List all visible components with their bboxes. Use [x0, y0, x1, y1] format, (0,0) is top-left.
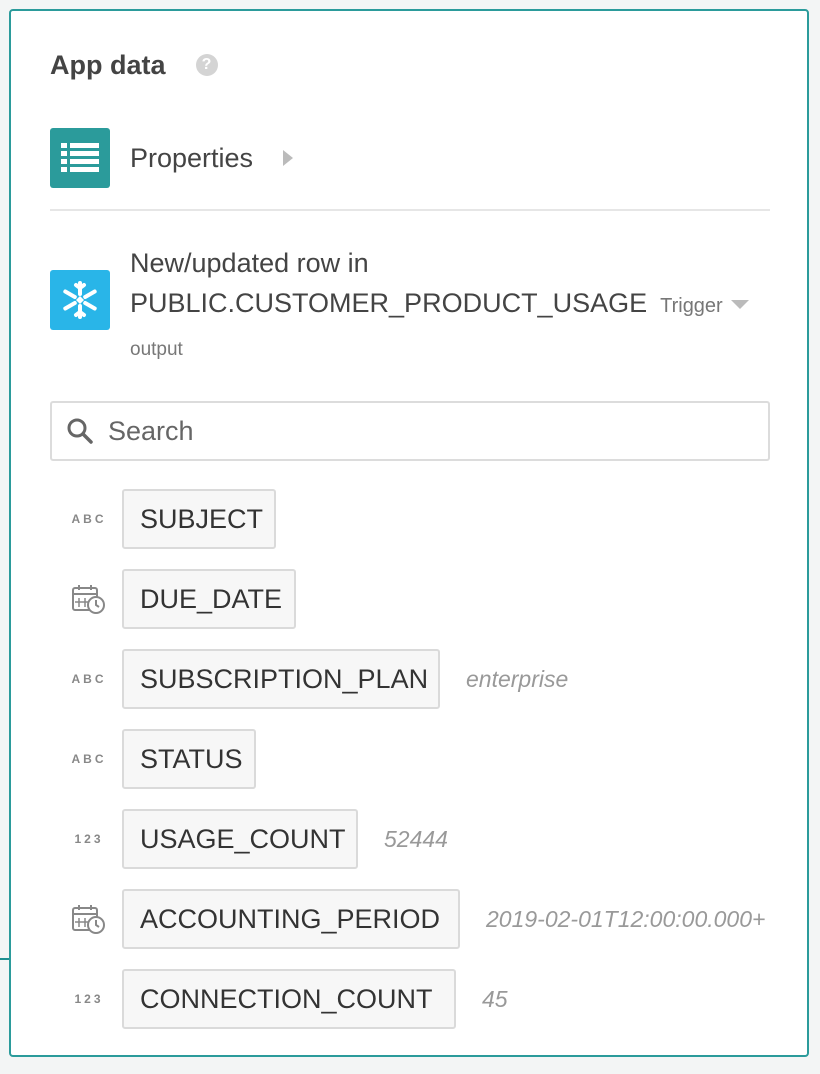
- panel-title: App data: [50, 49, 166, 80]
- field-row: DUE_DATE: [11, 569, 807, 629]
- field-row: ACCOUNTING_PERIOD 2019-02-01T12:00:00.000…: [11, 889, 807, 949]
- field-type-label: ABC: [71, 672, 107, 686]
- field-pill[interactable]: ACCOUNTING_PERIOD: [122, 889, 460, 949]
- field-pill[interactable]: SUBJECT: [122, 489, 276, 549]
- app-data-panel: App data ? Properties New/updated row in…: [9, 9, 809, 1057]
- field-sample-value: enterprise: [466, 665, 569, 692]
- field-type-label: ABC: [71, 752, 107, 766]
- field-list: ABC SUBJECT DUE_DATE ABC SUBSCRIPTION_PLAN en…: [11, 489, 807, 1029]
- field-row: ABC SUBSCRIPTION_PLAN enterprise: [11, 649, 807, 709]
- field-sample-value: 2019-02-01T12:00:00.000+: [486, 905, 766, 932]
- field-row: 123 CONNECTION_COUNT 45: [11, 969, 807, 1029]
- text-type-icon: ABC: [69, 512, 109, 526]
- calendar-clock-icon: [69, 583, 109, 615]
- list-icon: [50, 128, 110, 188]
- trigger-title-line2: PUBLIC.CUSTOMER_PRODUCT_USAGE: [130, 288, 648, 318]
- number-type-icon: 123: [69, 992, 109, 1006]
- calendar-clock-icon: [69, 903, 109, 935]
- field-type-label: ABC: [71, 512, 107, 526]
- properties-label: Properties: [130, 142, 254, 173]
- trigger-subtitle: output: [130, 339, 183, 360]
- trigger-title-line1: New/updated row in: [130, 248, 369, 278]
- field-pill[interactable]: SUBSCRIPTION_PLAN: [122, 649, 440, 709]
- field-pill[interactable]: CONNECTION_COUNT: [122, 969, 456, 1029]
- trigger-title: New/updated row in PUBLIC.CUSTOMER_PRODU…: [130, 243, 780, 326]
- chevron-down-icon: [730, 299, 749, 309]
- field-row: ABC SUBJECT: [11, 489, 807, 549]
- question-circle-icon[interactable]: ?: [195, 54, 218, 76]
- number-type-icon: 123: [69, 832, 109, 846]
- field-type-label: 123: [74, 832, 104, 846]
- trigger-section: New/updated row in PUBLIC.CUSTOMER_PRODU…: [50, 243, 780, 363]
- panel-header: App data ?: [50, 45, 218, 85]
- chevron-right-icon[interactable]: [283, 150, 294, 166]
- divider: [50, 209, 770, 211]
- search-icon: [67, 418, 93, 444]
- field-sample-value: 45: [482, 985, 508, 1012]
- text-type-icon: ABC: [69, 672, 109, 686]
- properties-section[interactable]: Properties: [50, 128, 294, 188]
- field-pill[interactable]: USAGE_COUNT: [122, 809, 358, 869]
- snowflake-icon: [50, 270, 110, 330]
- search-box[interactable]: [50, 401, 770, 461]
- text-type-icon: ABC: [69, 752, 109, 766]
- field-type-label: 123: [74, 992, 104, 1006]
- trigger-badge-label: Trigger: [660, 295, 723, 317]
- trigger-badge[interactable]: Trigger: [660, 286, 749, 326]
- field-row: 123 USAGE_COUNT 52444: [11, 809, 807, 869]
- field-pill[interactable]: DUE_DATE: [122, 569, 296, 629]
- field-row: ABC STATUS: [11, 729, 807, 789]
- field-pill[interactable]: STATUS: [122, 729, 256, 789]
- field-sample-value: 52444: [384, 825, 448, 852]
- search-input[interactable]: [106, 414, 730, 448]
